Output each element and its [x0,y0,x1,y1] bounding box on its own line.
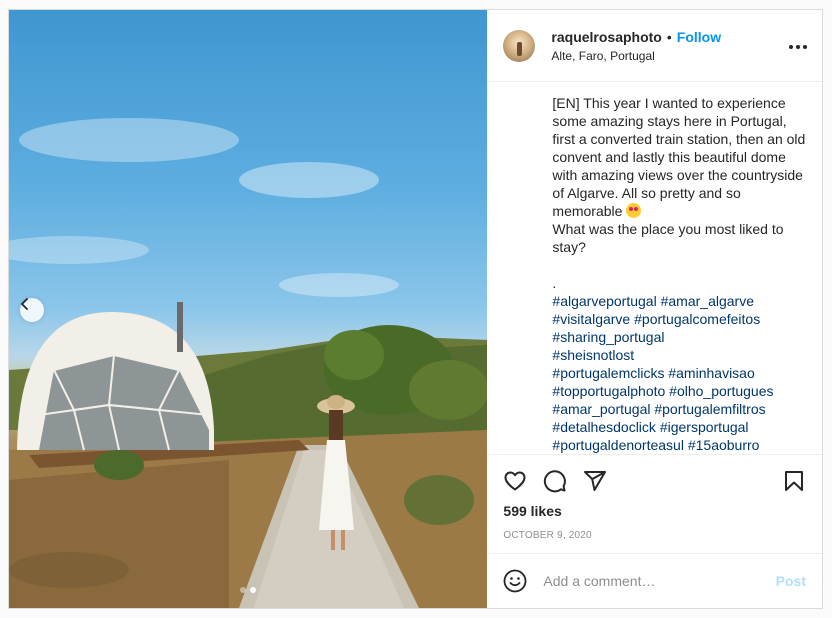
comment-form: Post [487,553,822,608]
hashtag-link[interactable]: #algarveportugal [552,293,656,309]
caption-text: [EN] This year I wanted to experience so… [552,94,806,220]
caption-dot: . [552,275,557,291]
post-comment-button[interactable]: Post [776,573,806,589]
hashtag-link[interactable]: #15aoburro [688,437,760,453]
bookmark-icon[interactable] [782,469,806,493]
user-info: raquelrosaphoto • Follow Alte, Faro, Por… [551,29,721,63]
post-photo[interactable] [9,10,488,608]
hashtag-link[interactable]: #aminhavisao [668,365,754,381]
hashtag-link[interactable]: #sheisnotlost [552,347,634,363]
instagram-post: raquelrosaphoto • Follow Alte, Faro, Por… [8,9,823,609]
hashtag-link[interactable]: #portugalemfiltros [654,401,765,417]
hashtag-link[interactable]: #detalhesdoclick [552,419,656,435]
hashtag-link[interactable]: #portugalcomefeitos [634,311,760,327]
caption-question: What was the place you most liked to sta… [552,221,784,255]
username-link[interactable]: raquelrosaphoto [551,29,661,45]
chevron-left-icon [20,298,28,310]
carousel-dot-active [250,587,257,593]
hashtag-link[interactable]: #amar_algarve [661,293,754,309]
emoji-picker-icon[interactable] [503,569,527,593]
carousel-prev-button[interactable] [20,298,44,322]
hashtag-link[interactable]: #olho_portugues [669,383,773,399]
separator: • [666,28,672,45]
caption: [EN] This year I wanted to experience so… [487,82,822,454]
carousel-dot [240,587,247,593]
post-actions-section: 599 likes OCTOBER 9, 2020 [487,454,822,553]
hashtag-link[interactable]: #igersportugal [660,419,749,435]
hashtag-link[interactable]: #amar_portugal [552,401,650,417]
follow-button[interactable]: Follow [677,29,721,45]
avatar[interactable] [503,29,536,62]
user-line: raquelrosaphoto • Follow [551,29,721,45]
hashtag-link[interactable]: #portugaldenorteasul [552,437,684,453]
heart-icon[interactable] [503,469,527,493]
comment-icon[interactable] [543,469,567,493]
caption-body: [EN] This year I wanted to experience so… [552,95,806,219]
photo-illustration [9,118,488,608]
hashtag-link[interactable]: #portugalemclicks [552,365,664,381]
likes-count[interactable]: 599 likes [503,503,806,519]
action-bar [503,455,806,503]
post-side-panel: raquelrosaphoto • Follow Alte, Faro, Por… [487,10,822,608]
location-link[interactable]: Alte, Faro, Portugal [551,49,721,63]
hashtag-link[interactable]: #sharing_portugal [552,329,664,345]
more-options-icon[interactable] [788,37,808,57]
hashtag-link[interactable]: #visitalgarve [552,311,630,327]
hashtag-list: #algarveportugal #amar_algarve #visitalg… [552,292,806,454]
heart-eyes-emoji-icon [626,203,642,218]
share-icon[interactable] [583,469,607,493]
post-date[interactable]: OCTOBER 9, 2020 [503,530,806,541]
comment-input[interactable] [543,573,776,589]
post-header: raquelrosaphoto • Follow Alte, Faro, Por… [487,10,822,82]
hashtag-link[interactable]: #topportugalphoto [552,383,665,399]
carousel-indicator [9,587,487,593]
